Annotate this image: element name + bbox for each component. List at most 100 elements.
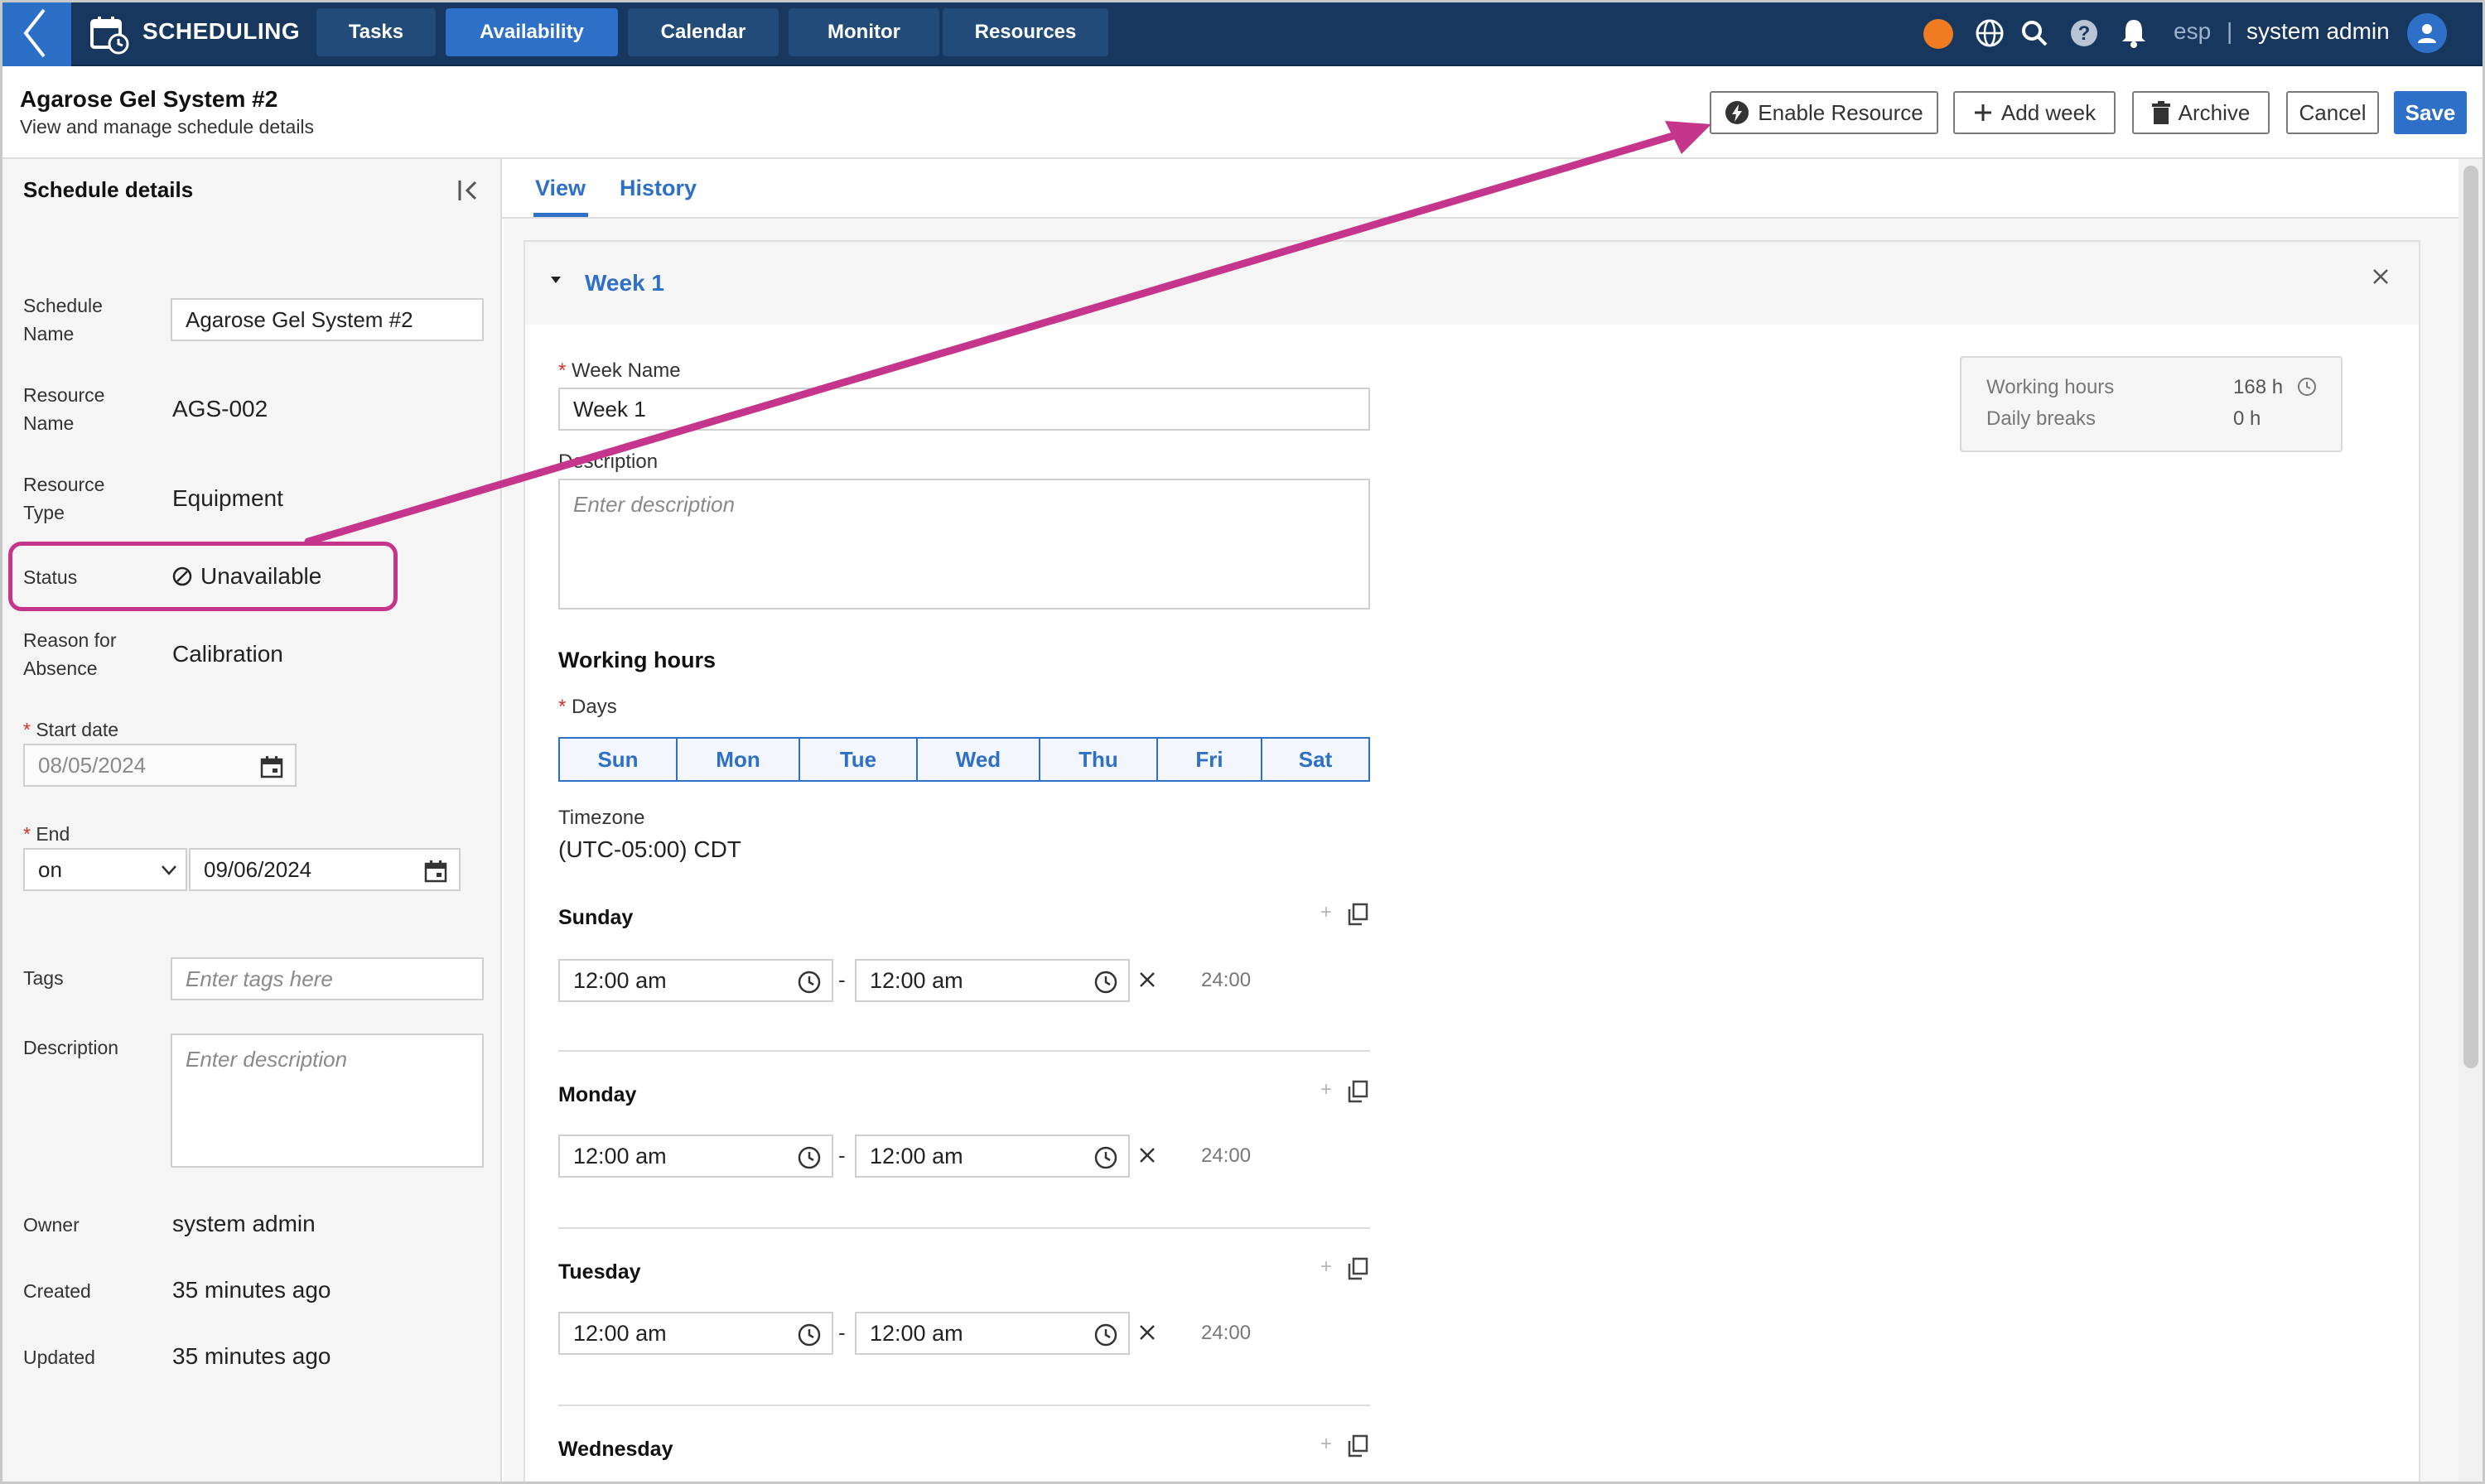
remove-interval-icon[interactable] xyxy=(1138,1323,1156,1342)
nav-tab-resources[interactable]: Resources xyxy=(943,8,1108,56)
archive-button[interactable]: Archive xyxy=(2132,91,2270,134)
day-toggle-tue[interactable]: Tue xyxy=(800,739,918,780)
remove-interval-icon[interactable] xyxy=(1138,1146,1156,1164)
end-mode-select[interactable]: on xyxy=(23,848,187,891)
day-name-tuesday: Tuesday xyxy=(558,1260,641,1284)
scrollbar-thumb[interactable] xyxy=(2463,166,2478,1068)
copy-icon[interactable] xyxy=(1347,1434,1368,1458)
plus-icon xyxy=(1974,104,1991,121)
chevron-down-icon xyxy=(162,865,176,875)
resource-type-value: Equipment xyxy=(172,485,283,511)
nav-tab-availability[interactable]: Availability xyxy=(446,8,618,56)
week-card-header[interactable] xyxy=(525,242,2419,325)
view-tabs-bar xyxy=(502,159,2458,219)
working-hours-title: Working hours xyxy=(558,648,717,672)
enable-resource-button[interactable]: Enable Resource xyxy=(1710,91,1938,134)
svg-text:?: ? xyxy=(2078,22,2091,45)
cancel-button[interactable]: Cancel xyxy=(2286,91,2379,134)
search-icon[interactable] xyxy=(2018,17,2051,50)
day-divider xyxy=(558,1050,1370,1052)
days-label: * Days xyxy=(558,696,617,718)
end-date-value: 09/06/2024 xyxy=(204,856,312,882)
tab-view[interactable]: View xyxy=(535,176,586,201)
lightning-icon xyxy=(1725,101,1749,124)
add-interval-icon[interactable]: + xyxy=(1320,901,1332,924)
end-time-input[interactable]: 12:00 am xyxy=(855,1135,1130,1178)
bell-icon[interactable] xyxy=(2117,17,2150,50)
start-date-label: * Start date xyxy=(23,719,119,740)
back-button[interactable] xyxy=(0,0,71,66)
calendar-icon[interactable] xyxy=(424,860,447,883)
clock-icon[interactable] xyxy=(797,1145,822,1170)
week-description-textarea[interactable]: Enter description xyxy=(558,479,1370,610)
collapse-caret-icon[interactable] xyxy=(550,275,562,285)
end-time-input[interactable]: 12:00 am xyxy=(855,1312,1130,1355)
copy-icon[interactable] xyxy=(1347,1257,1368,1280)
week-name-input[interactable]: Week 1 xyxy=(558,388,1370,431)
archive-label: Archive xyxy=(2178,99,2251,125)
globe-icon[interactable] xyxy=(1973,17,2006,50)
clock-icon[interactable] xyxy=(797,970,822,995)
day-toggle-thu[interactable]: Thu xyxy=(1040,739,1158,780)
day-toggle-mon[interactable]: Mon xyxy=(678,739,800,780)
calendar-icon[interactable] xyxy=(260,755,283,778)
day-toggle-fri[interactable]: Fri xyxy=(1158,739,1262,780)
add-week-label: Add week xyxy=(2000,99,2097,125)
owner-label: Owner xyxy=(23,1214,80,1236)
description-placeholder: Enter description xyxy=(186,1047,348,1072)
nav-tab-calendar[interactable]: Calendar xyxy=(628,8,779,56)
start-date-input[interactable]: 08/05/2024 xyxy=(23,744,297,787)
description-textarea[interactable]: Enter description xyxy=(171,1034,484,1168)
resource-name-label: Resource Name xyxy=(23,384,105,434)
created-label: Created xyxy=(23,1280,91,1302)
week-description-placeholder: Enter description xyxy=(573,492,736,517)
add-interval-icon[interactable]: + xyxy=(1320,1255,1332,1279)
trash-icon xyxy=(2151,101,2170,124)
schedule-name-input[interactable]: Agarose Gel System #2 xyxy=(171,298,484,341)
collapse-panel-icon[interactable] xyxy=(456,177,482,204)
nav-tab-tasks[interactable]: Tasks xyxy=(316,8,436,56)
add-interval-icon[interactable]: + xyxy=(1320,1078,1332,1101)
start-time-value: 12:00 am xyxy=(573,1143,667,1168)
clock-icon[interactable] xyxy=(1093,1145,1118,1170)
day-toggle-sat[interactable]: Sat xyxy=(1262,739,1368,780)
close-icon[interactable] xyxy=(2369,265,2392,288)
avatar[interactable] xyxy=(2407,13,2447,53)
day-toggle-wed[interactable]: Wed xyxy=(918,739,1040,780)
clock-icon[interactable] xyxy=(797,1323,822,1347)
day-toggle-sun[interactable]: Sun xyxy=(560,739,678,780)
tab-history[interactable]: History xyxy=(620,176,697,201)
owner-value: system admin xyxy=(172,1211,316,1236)
week-title[interactable]: Week 1 xyxy=(585,270,664,296)
user-name[interactable]: system admin xyxy=(2246,18,2390,45)
week-summary-box xyxy=(1960,356,2343,452)
clock-icon[interactable] xyxy=(1093,970,1118,995)
remove-interval-icon[interactable] xyxy=(1138,971,1156,989)
language-switch[interactable]: esp xyxy=(2174,18,2211,45)
nav-tab-monitor[interactable]: Monitor xyxy=(789,8,939,56)
add-week-button[interactable]: Add week xyxy=(1953,91,2116,134)
duration-value: 24:00 xyxy=(1201,1144,1252,1167)
user-icon xyxy=(2418,24,2436,43)
day-name-monday: Monday xyxy=(558,1083,637,1106)
start-time-input[interactable]: 12:00 am xyxy=(558,1312,833,1355)
schedule-details-title: Schedule details xyxy=(23,177,194,202)
start-time-value: 12:00 am xyxy=(573,1320,667,1346)
copy-icon[interactable] xyxy=(1347,1080,1368,1103)
add-interval-icon[interactable]: + xyxy=(1320,1433,1332,1456)
help-icon[interactable]: ? xyxy=(2068,17,2101,50)
start-time-input[interactable]: 12:00 am xyxy=(558,959,833,1002)
status-indicator-dot[interactable] xyxy=(1923,19,1953,49)
copy-icon[interactable] xyxy=(1347,903,1368,926)
start-time-input[interactable]: 12:00 am xyxy=(558,1135,833,1178)
clock-icon[interactable] xyxy=(1093,1323,1118,1347)
separator: | xyxy=(2227,18,2233,44)
time-range-dash: - xyxy=(838,967,846,992)
days-selector: Sun Mon Tue Wed Thu Fri Sat xyxy=(558,737,1370,782)
daily-breaks-summary-label: Daily breaks xyxy=(1986,407,2097,430)
active-tab-indicator xyxy=(533,213,588,217)
end-time-input[interactable]: 12:00 am xyxy=(855,959,1130,1002)
save-button[interactable]: Save xyxy=(2394,91,2467,134)
tags-input[interactable]: Enter tags here xyxy=(171,957,484,1000)
end-date-input[interactable]: 09/06/2024 xyxy=(189,848,461,891)
